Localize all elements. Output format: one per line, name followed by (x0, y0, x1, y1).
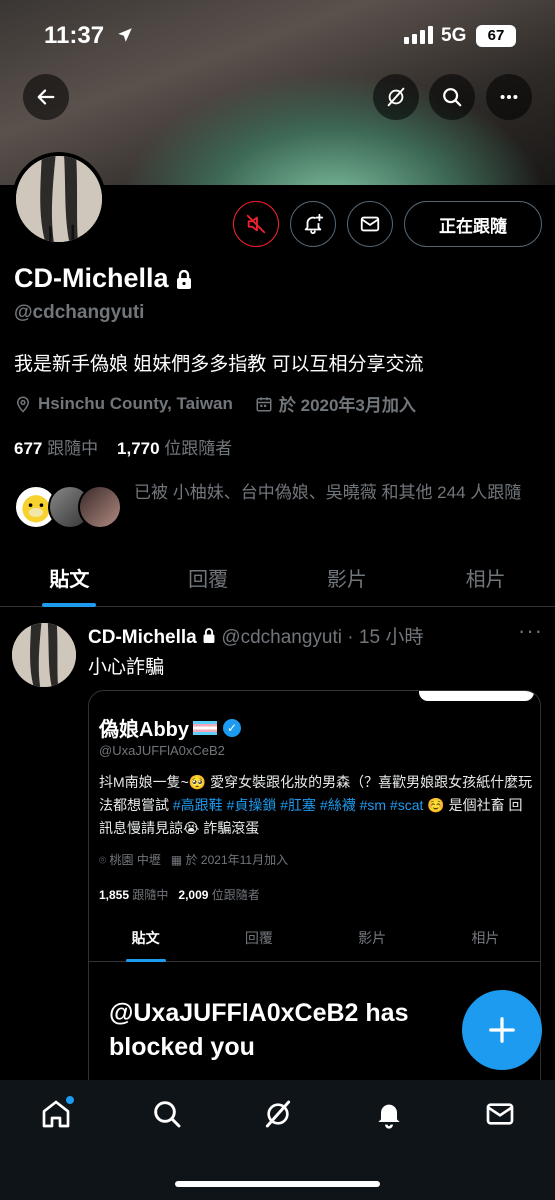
trans-flag-icon (193, 720, 217, 735)
post-text: 小心詐騙 (88, 657, 165, 678)
bell-icon (377, 1104, 400, 1129)
embed-profile-name: 偽娘Abby ✓ (99, 713, 241, 742)
follower-avatar-3[interactable] (78, 485, 122, 529)
post-more-button[interactable]: ··· (518, 618, 543, 644)
embed-following-count: 1,855 (99, 888, 130, 902)
embed-following-label: 跟隨中 (132, 888, 169, 902)
embed-location: 桃園 中壢 (109, 853, 161, 867)
search-icon (153, 1101, 180, 1128)
profile-name: CD-Michella (14, 263, 193, 294)
following-label: 跟隨中 (47, 439, 99, 458)
search-button[interactable] (429, 74, 475, 120)
tab-photos[interactable]: 相片 (416, 553, 555, 606)
post-author-name[interactable]: CD-Michella (88, 627, 197, 648)
post-header: CD-Michella @cdchangyuti · 15 小時 (88, 622, 423, 649)
lock-icon (203, 628, 215, 643)
embed-counts: 1,855 跟隨中 2,009 位跟隨者 (99, 886, 260, 903)
calendar-icon (256, 396, 272, 411)
bell-plus-icon (304, 213, 324, 235)
following-link[interactable]: 677 跟隨中 (14, 439, 98, 458)
embed-hashtags: #高跟鞋 #貞操鎖 #肛塞 #絲襪 #sm #scat (172, 797, 424, 813)
battery-indicator: 67 (476, 25, 516, 47)
followers-count: 1,770 (117, 439, 160, 458)
profile-joined: 於 2020年3月加入 (278, 396, 416, 415)
clock: 11:37 (44, 22, 105, 49)
followers-label: 位跟隨者 (164, 439, 233, 458)
location-pin-icon (16, 396, 30, 413)
embed-joined: 於 2021年11月加入 (185, 853, 289, 867)
status-bar: 11:37 5G 67 (0, 0, 555, 70)
profile-bio: 我是新手偽娘 姐妹們多多指教 可以互相分享交流 (14, 354, 424, 375)
embed-bio: 抖M南娘一隻~🥺 愛穿女裝跟化妝的男森（？喜歡男娘跟女孩紙什麼玩法都想嘗試 #高… (99, 771, 534, 840)
embed-tab-videos: 影片 (358, 930, 387, 946)
following-count: 677 (14, 439, 43, 458)
embed-followers-label: 位跟隨者 (211, 888, 260, 902)
nav-search[interactable] (147, 1098, 187, 1138)
lock-icon (176, 269, 191, 289)
profile-tabs: 貼文 回覆 影片 相片 (0, 553, 555, 607)
embed-meta: ⌾ 桃園 中壢 ▦ 於 2021年11月加入 (99, 851, 288, 868)
calendar-icon: ▦ (170, 853, 183, 867)
embed-tab-posts: 貼文 (89, 916, 202, 961)
muted-speaker-icon (246, 214, 266, 234)
embed-tab-photos: 相片 (471, 930, 500, 946)
avatar-photo (12, 623, 76, 687)
nav-home[interactable] (36, 1096, 76, 1138)
grok-icon (387, 87, 405, 107)
home-indicator (175, 1181, 380, 1187)
image-top-fragment (419, 691, 534, 701)
message-button[interactable] (347, 201, 393, 247)
follow-counts: 677 跟隨中 1,770 位跟隨者 (14, 434, 232, 459)
notifications-button[interactable] (290, 201, 336, 247)
new-content-dot (65, 1096, 74, 1104)
unmute-button[interactable] (233, 201, 279, 247)
tab-replies[interactable]: 回覆 (139, 553, 278, 606)
arrow-left-icon (37, 89, 55, 105)
profile-name-text: CD-Michella (14, 263, 169, 293)
envelope-icon (486, 1103, 513, 1125)
embed-name-text: 偽娘Abby (99, 719, 189, 741)
post-avatar[interactable] (12, 623, 76, 687)
embed-tab-replies: 回覆 (244, 930, 273, 946)
search-icon (443, 88, 462, 107)
location-pin-icon: ⌾ (99, 853, 107, 867)
tab-posts[interactable]: 貼文 (0, 553, 139, 606)
grok-button[interactable] (373, 74, 419, 120)
profile-location: Hsinchu County, Taiwan (38, 393, 233, 413)
following-button[interactable]: 正在跟隨 (404, 201, 542, 247)
profile-avatar[interactable] (12, 152, 106, 246)
post-time: · 15 小時 (347, 627, 424, 648)
nav-messages[interactable] (480, 1098, 520, 1138)
back-button[interactable] (23, 74, 69, 120)
signal-icon (404, 26, 433, 44)
profile-handle: @cdchangyuti (14, 302, 145, 323)
nav-grok[interactable] (258, 1098, 298, 1138)
more-options-button[interactable] (486, 74, 532, 120)
followed-by-text[interactable]: 已被 小柚妹、台中偽娘、吳曉薇 和其他 244 人跟隨 (134, 479, 544, 507)
followers-link[interactable]: 1,770 位跟隨者 (117, 439, 232, 458)
grok-icon (265, 1100, 290, 1128)
avatar-photo (16, 156, 102, 242)
embed-handle: @UxaJUFFlA0xCeB2 (99, 743, 225, 758)
embed-blocked-message: @UxaJUFFlA0xCeB2 has blocked you (109, 999, 409, 1061)
location-arrow-icon (118, 28, 132, 42)
profile-meta: Hsinchu County, Taiwan 於 2020年3月加入 (14, 391, 416, 416)
plus-icon (489, 1017, 515, 1043)
verified-badge-icon: ✓ (223, 718, 241, 737)
tab-videos[interactable]: 影片 (278, 553, 417, 606)
envelope-icon (360, 216, 380, 232)
nav-notifications[interactable] (369, 1098, 409, 1138)
compose-button[interactable] (462, 990, 542, 1070)
post-author-handle[interactable]: @cdchangyuti (221, 627, 342, 648)
embed-tabs: 貼文 回覆 影片 相片 (89, 916, 540, 962)
network-type: 5G (441, 25, 467, 46)
more-horizontal-icon (500, 94, 518, 100)
embed-followers-count: 2,009 (178, 888, 209, 902)
